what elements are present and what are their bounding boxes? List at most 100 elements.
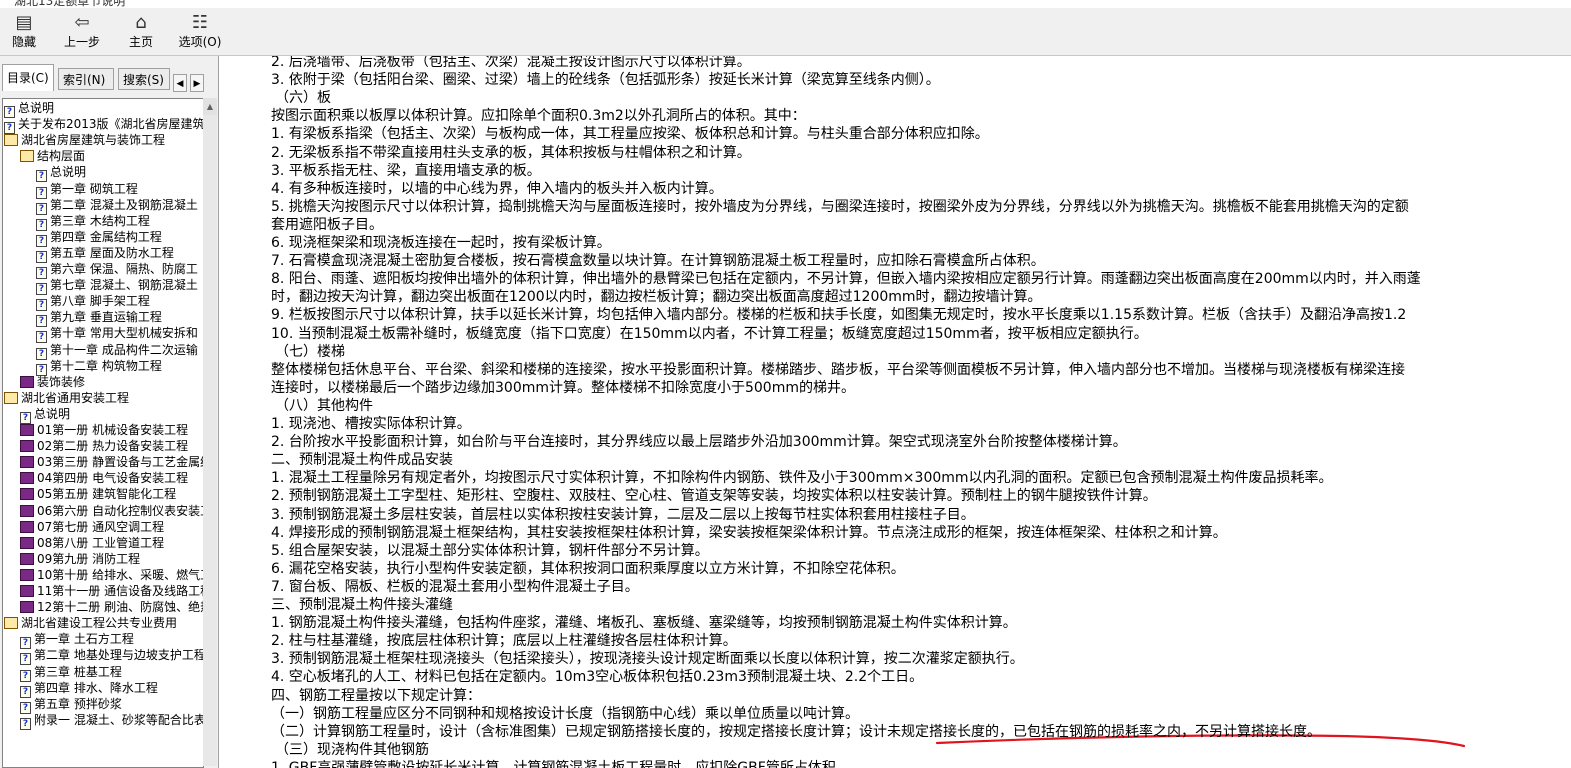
tree-item-label: 关于发布2013版《湖北省房屋建筑与 xyxy=(18,117,204,132)
tree-item-label: 第八章 脚手架工程 xyxy=(50,294,150,309)
tree-item-label: 第九章 垂直运输工程 xyxy=(50,310,162,325)
tree-item[interactable]: ? 第五章 预拌砂浆 xyxy=(20,696,122,714)
text-line: 2. 无梁板系指不带梁直接用柱头支承的板，其体积按板与柱帽体积之和计算。 xyxy=(271,144,751,161)
tree-item[interactable]: 07第七册 通风空调工程 xyxy=(20,519,164,535)
tree-item[interactable]: ? 总说明 xyxy=(4,100,55,118)
tree-item[interactable]: 10第十册 给排水、采暖、燃气工 xyxy=(20,567,203,583)
home-button[interactable]: ⌂ 主页 xyxy=(124,12,158,54)
text-line: 2. 预制钢筋混凝土工字型柱、矩形柱、空腹柱、双肢柱、空心柱、管道支架等安装，均… xyxy=(271,488,1157,505)
navigation-pane: 目录(C) 索引(N) 搜索(S) ◀ ▶ ? 总说明? 关于发布2013版《湖北省… xyxy=(0,56,219,768)
tree-item[interactable]: 结构层面 xyxy=(20,148,85,164)
tree-item-label: 第五章 预拌砂浆 xyxy=(34,696,122,711)
tree-item-label: 总说明 xyxy=(18,101,55,115)
text-line: 1. 有梁板系指梁（包括主、次梁）与板构成一体，其工程量应按梁、板体积总和计算。… xyxy=(271,126,989,143)
tree-item[interactable]: 05第五册 建筑智能化工程 xyxy=(20,486,176,502)
window-titlebar: 湖北13定额章节说明 xyxy=(0,0,1571,8)
tab-index[interactable]: 索引(N) xyxy=(58,68,114,90)
text-line: 1. GBF高强薄壁管敷设按延长米计算，计算钢筋混凝土板工程量时，应扣除GBF管… xyxy=(271,759,850,768)
back-arrow-icon: ⇦ xyxy=(74,12,90,33)
tab-contents[interactable]: 目录(C) xyxy=(2,64,54,91)
text-line: 4. 空心板堵孔的人工、材料已包括在定额内。10m3空心板体积包括0.23m3预… xyxy=(271,669,924,686)
tree-item-label: 第二章 地基处理与边坡支护工程 xyxy=(34,648,204,663)
tree-item-label: 11第十一册 通信设备及线路工程 xyxy=(37,584,204,598)
tree-item-label: 结构层面 xyxy=(37,149,86,164)
tree-item[interactable]: ? 第十章 常用大型机械安拆和 xyxy=(36,325,198,344)
text-line: 3. 预制钢筋混凝土多层柱安装，首层柱以实体积按柱安装计算，二层及二层以上按每节… xyxy=(271,506,975,523)
tree-item-label: 06第六册 自动化控制仪表安装工 xyxy=(37,503,204,518)
tree-item-label: 第十章 常用大型机械安拆和 xyxy=(50,326,198,341)
text-line: 1. 现浇池、槽按实际体积计算。 xyxy=(271,416,471,432)
tree-item[interactable]: 湖北省通用安装工程 xyxy=(4,390,129,406)
tree-item[interactable]: ? 第二章 地基处理与边坡支护工程 xyxy=(20,647,204,666)
tree-item[interactable]: ? 第十一章 成品构件二次运输 xyxy=(36,342,198,360)
tree-item[interactable]: ? 第八章 脚手架工程 xyxy=(36,293,150,312)
text-line: 6. 漏花空格安装，执行小型构件安装定额，其体积按洞口面积乘厚度以立方米计算，不… xyxy=(271,560,905,577)
open-book-icon xyxy=(4,617,18,630)
hide-button[interactable]: ▤ 隐藏 xyxy=(8,12,40,54)
tree-item-label: 第六章 保温、隔热、防腐工 xyxy=(50,262,198,276)
scroll-up-icon[interactable]: ▲ xyxy=(203,98,217,115)
tree-item[interactable]: ? 第四章 排水、降水工程 xyxy=(20,680,158,698)
tree-item-label: 湖北省房屋建筑与装饰工程 xyxy=(21,133,166,148)
tree-item[interactable]: ? 第一章 砌筑工程 xyxy=(36,181,138,199)
closed-book-icon xyxy=(20,472,34,485)
tree-item[interactable]: ? 第二章 混凝土及钢筋混凝土 xyxy=(36,197,198,215)
tree-item-label: 01第一册 机械设备安装工程 xyxy=(37,423,189,437)
tree-item[interactable]: 12第十二册 刷油、防腐蚀、绝热 xyxy=(20,599,204,615)
text-line: 二、预制混凝土构件成品安装 xyxy=(271,452,453,469)
tree-item-label: 第二章 混凝土及钢筋混凝土 xyxy=(50,197,198,212)
tree-item[interactable]: 04第四册 电气设备安装工程 xyxy=(20,470,188,486)
tree-item[interactable]: ? 第六章 保温、隔热、防腐工 xyxy=(36,261,198,279)
tree-item-label: 05第五册 建筑智能化工程 xyxy=(37,487,177,502)
open-book-icon xyxy=(4,391,18,404)
text-line: 三、预制混凝土构件接头灌缝 xyxy=(271,597,453,613)
contents-tree: ? 总说明? 关于发布2013版《湖北省房屋建筑与 湖北省房屋建筑与装饰工程 结构层面?… xyxy=(2,98,204,768)
options-icon: ☷ xyxy=(191,12,209,33)
tree-item[interactable]: ? 第三章 木结构工程 xyxy=(36,213,150,231)
tree-item[interactable]: ? 总说明 xyxy=(20,406,71,424)
closed-book-icon xyxy=(20,456,34,469)
text-line: 7. 石膏模盒现浇混凝土密肋复合楼板，按石膏模盒数量以块计算。在计算钢筋混凝土板… xyxy=(271,253,1045,270)
open-book-icon xyxy=(4,134,18,147)
closed-book-icon xyxy=(20,552,34,565)
text-line: 2. 后浇墙带、后浇板带（包括主、次梁）混凝土按设计图示尺寸以体积计算。 xyxy=(271,56,751,70)
tree-item-label: 总说明 xyxy=(50,165,87,180)
back-button[interactable]: ⇦ 上一步 xyxy=(60,12,104,54)
tree-item[interactable]: 08第八册 工业管道工程 xyxy=(20,535,164,551)
tree-item-label: 总说明 xyxy=(34,406,71,421)
options-button[interactable]: ☷ 选项(O) xyxy=(176,12,224,54)
text-line: 连接时，以楼梯最后一个踏步边缘加300mm计算。整体楼梯不扣除宽度小于500mm… xyxy=(271,379,855,396)
tree-item-label: 第十二章 构筑物工程 xyxy=(50,358,162,373)
section-heading: （七）楼梯 xyxy=(275,343,345,360)
tree-scrollbar[interactable]: ▲ xyxy=(203,98,217,766)
tree-item[interactable]: ? 第三章 桩基工程 xyxy=(20,664,122,682)
tree-item[interactable]: 装饰装修 xyxy=(20,374,85,390)
tab-scroll-right-icon[interactable]: ▶ xyxy=(190,74,204,92)
tree-item[interactable]: ? 第十二章 构筑物工程 xyxy=(36,358,162,376)
closed-book-icon xyxy=(20,424,34,436)
tree-item[interactable]: ? 第五章 屋面及防水工程 xyxy=(36,245,174,263)
tree-item[interactable]: 02第二册 热力设备安装工程 xyxy=(20,438,188,454)
tree-item[interactable]: ? 第七章 混凝土、钢筋混凝土 xyxy=(36,277,198,296)
tab-scroll-left-icon[interactable]: ◀ xyxy=(173,74,187,92)
tree-item[interactable]: 06第六册 自动化控制仪表安装工 xyxy=(20,503,204,519)
tree-item[interactable]: 09第九册 消防工程 xyxy=(20,551,140,567)
tab-search[interactable]: 搜索(S) xyxy=(118,68,170,90)
text-line: 5. 组合屋架安装，以混凝土部分实体体积计算，钢杆件部分不另计算。 xyxy=(271,542,709,559)
tree-item-label: 第七章 混凝土、钢筋混凝土 xyxy=(50,278,198,293)
tree-item[interactable]: ? 附录一 混凝土、砂浆等配合比表 xyxy=(20,712,203,730)
tree-item[interactable]: 11第十一册 通信设备及线路工程 xyxy=(20,583,204,599)
tree-item[interactable]: ? 总说明 xyxy=(36,164,87,183)
tree-item-label: 04第四册 电气设备安装工程 xyxy=(37,471,189,486)
nav-tabs: 目录(C) 索引(N) 搜索(S) ◀ ▶ xyxy=(0,64,218,94)
tree-item[interactable]: ? 第一章 土石方工程 xyxy=(20,631,134,650)
tree-item[interactable]: ? 第四章 金属结构工程 xyxy=(36,229,162,247)
tree-item[interactable]: 湖北省建设工程公共专业费用 xyxy=(4,615,177,631)
tree-item-label: 03第三册 静置设备与工艺金属结 xyxy=(37,455,204,470)
tree-item[interactable]: 03第三册 静置设备与工艺金属结 xyxy=(20,454,204,470)
tree-item-label: 12第十二册 刷油、防腐蚀、绝热 xyxy=(37,600,204,615)
tree-item[interactable]: 湖北省房屋建筑与装饰工程 xyxy=(4,132,165,148)
tree-item[interactable]: ? 关于发布2013版《湖北省房屋建筑与 xyxy=(4,116,204,135)
tree-item[interactable]: 01第一册 机械设备安装工程 xyxy=(20,422,188,438)
tree-item[interactable]: ? 第九章 垂直运输工程 xyxy=(36,309,162,328)
